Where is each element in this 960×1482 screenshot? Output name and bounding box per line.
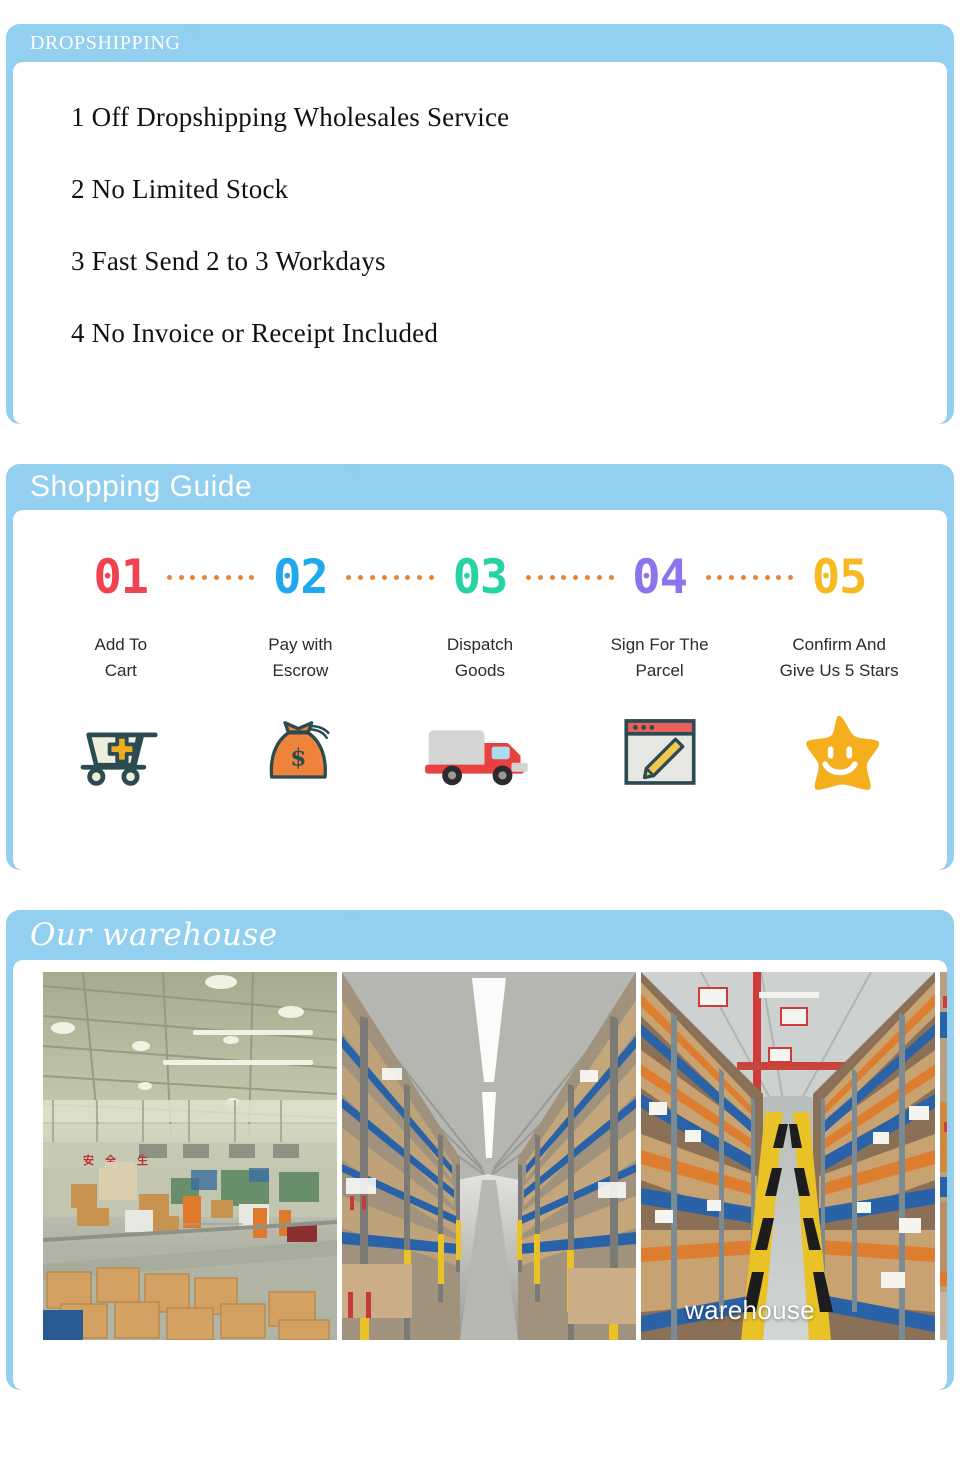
step-02: 02 Pay with Escrow $ [211, 548, 434, 795]
delivery-truck-icon [421, 709, 539, 795]
warehouse-photo-3-caption: warehouse [685, 1295, 815, 1325]
step-01-number: 01 [93, 549, 150, 605]
step-02-label-line1: Pay with [268, 635, 333, 654]
smiling-star-icon [797, 709, 881, 795]
connector-dots-4 [705, 574, 794, 580]
list-item: 3 Fast Send 2 to 3 Workdays [71, 246, 386, 276]
svg-text:生: 生 [137, 1153, 148, 1167]
warehouse-photo-2 [342, 972, 636, 1340]
step-04-label: Sign For The Parcel [611, 632, 709, 685]
step-03: 03 Dispatch Goods [390, 548, 614, 795]
steps-row: 01 Add To Cart 02 Pay with Escrow $ 03 D… [13, 510, 947, 795]
warehouse-tab-label: Our warehouse [30, 916, 278, 953]
step-05-label-line1: Confirm And [792, 635, 886, 654]
step-05-number: 05 [811, 549, 868, 605]
step-05-label-line2: Give Us 5 Stars [779, 661, 899, 681]
warehouse-panel: 安全生 warehouse [13, 960, 947, 1390]
shopping-guide-tab: Shopping Guide [6, 464, 954, 510]
connector-dots-2 [346, 574, 434, 580]
dropshipping-tab: DROPSHIPPING [6, 24, 954, 62]
warehouse-photo-3: warehouse [641, 972, 935, 1340]
shopping-guide-panel: 01 Add To Cart 02 Pay with Escrow $ 03 D… [13, 510, 947, 870]
step-04: 04 Sign For The Parcel [570, 548, 794, 795]
warehouse-photo-4-partial [940, 972, 947, 1340]
list-item: 1 Off Dropshipping Wholesales Service [71, 102, 510, 132]
dropshipping-panel: 1 Off Dropshipping Wholesales Service 2 … [13, 62, 947, 424]
step-05-label: Confirm And Give Us 5 Stars [780, 632, 899, 685]
step-03-label: Dispatch Goods [447, 632, 513, 685]
svg-text:安: 安 [83, 1153, 94, 1167]
list-item: 2 No Limited Stock [71, 174, 289, 204]
step-04-label-line2: Parcel [635, 661, 684, 681]
sign-document-icon [619, 709, 701, 795]
step-03-label-line2: Goods [454, 661, 506, 681]
step-05: 05 Confirm And Give Us 5 Stars [749, 548, 929, 795]
warehouse-photo-row: 安全生 warehouse [13, 960, 947, 1340]
warehouse-photo-1: 安全生 [43, 972, 337, 1340]
shopping-guide-section: Shopping Guide 01 Add To Cart 02 Pay wit… [6, 464, 954, 870]
dropshipping-section: DROPSHIPPING 1 Off Dropshipping Wholesal… [6, 24, 954, 424]
step-01-label: Add To Cart [94, 632, 147, 685]
step-01-label-line1: Add To [94, 635, 148, 654]
shopping-cart-icon [75, 709, 167, 795]
money-bag-icon: $ [260, 709, 340, 795]
step-02-number: 02 [273, 549, 329, 605]
dropshipping-tab-label: DROPSHIPPING [30, 32, 181, 54]
dropshipping-list: 1 Off Dropshipping Wholesales Service 2 … [13, 62, 947, 349]
step-01-number-row: 01 [31, 548, 255, 606]
connector-dots-3 [525, 574, 614, 580]
step-04-label-line1: Sign For The [610, 635, 709, 654]
connector-dots-1 [166, 574, 255, 580]
step-02-label: Pay with Escrow [268, 632, 332, 685]
warehouse-section: Our warehouse 安 全 生 warehouse [6, 910, 954, 1390]
warehouse-tab: Our warehouse [6, 910, 954, 960]
step-03-label-line1: Dispatch [446, 635, 514, 654]
step-01-label-line2: Cart [104, 661, 137, 681]
step-02-label-line2: Escrow [272, 661, 329, 681]
shopping-guide-tab-label: Shopping Guide [30, 470, 253, 503]
svg-text:$: $ [291, 743, 307, 771]
list-item: 4 No Invoice or Receipt Included [71, 318, 439, 348]
step-04-number: 04 [632, 549, 688, 605]
step-01: 01 Add To Cart [31, 548, 255, 795]
step-03-number: 03 [452, 549, 509, 605]
